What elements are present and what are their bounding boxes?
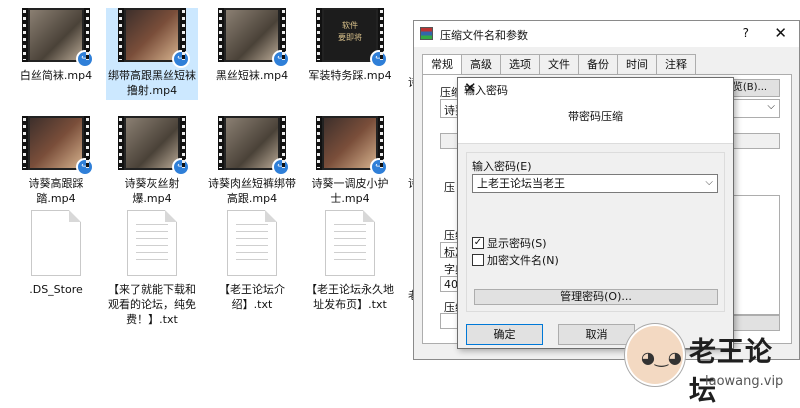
password-input[interactable]: 上老王论坛当老王 ⌵ xyxy=(472,174,718,193)
file-name: 诗葵一调皮小护士.mp4 xyxy=(311,177,389,205)
play-icon: ↪ xyxy=(172,50,190,68)
file-item[interactable]: 【老王论坛介绍】.txt xyxy=(206,210,298,312)
mascot-logo: ◕‿◕ xyxy=(625,324,685,386)
text-file-icon xyxy=(227,210,277,276)
tab-general[interactable]: 常规 xyxy=(422,54,462,76)
play-icon: ↪ xyxy=(172,158,190,176)
close-button[interactable]: ✕ xyxy=(774,24,787,42)
play-icon: ↪ xyxy=(272,158,290,176)
dialog-title-bar: 输入密码 ✕ xyxy=(458,78,733,100)
video-thumbnail: ↪ xyxy=(22,8,94,68)
video-thumbnail: ↪ xyxy=(218,116,290,176)
file-name: 【老王论坛介绍】.txt xyxy=(219,283,285,311)
file-item[interactable]: .DS_Store xyxy=(10,210,102,297)
password-dialog: 输入密码 ✕ 带密码压缩 输入密码(E) 上老王论坛当老王 ⌵ ✓ 显示密码(S)… xyxy=(457,77,734,349)
video-thumbnail: 软件 要即将 ↪ xyxy=(316,8,388,68)
play-icon: ↪ xyxy=(76,158,94,176)
window-title: 压缩文件名和参数 xyxy=(440,29,528,42)
file-name: 白丝简袜.mp4 xyxy=(19,69,93,82)
video-thumbnail: ↪ xyxy=(22,116,94,176)
file-item[interactable]: ↪ 诗葵肉丝短裤绑带高跟.mp4 xyxy=(206,116,298,206)
file-item[interactable]: 【来了就能下载和观看的论坛，纯免费！】.txt xyxy=(106,210,198,327)
cancel-button[interactable]: 取消 xyxy=(558,324,635,345)
tab-time[interactable]: 时间 xyxy=(617,54,657,74)
help-icon[interactable]: ? xyxy=(743,26,749,40)
file-item[interactable]: ↪ 诗葵一调皮小护士.mp4 xyxy=(304,116,396,206)
format-label: 压 xyxy=(444,181,455,194)
close-button[interactable]: ✕ xyxy=(464,79,725,97)
blank-file-icon xyxy=(31,210,81,276)
play-icon: ↪ xyxy=(76,50,94,68)
encrypt-filenames-label: 加密文件名(N) xyxy=(487,254,559,267)
password-value: 上老王论坛当老王 xyxy=(477,177,565,190)
file-grid: ↪ 白丝简袜.mp4 ↪ 绑带高跟黑丝短袜撸射.mp4 ↪ 黑丝短袜.mp4 软… xyxy=(0,0,410,400)
thumbnail-text: 软件 要即将 xyxy=(338,21,362,42)
text-file-icon xyxy=(325,210,375,276)
file-item[interactable]: ↪ 诗葵灰丝射爆.mp4 xyxy=(106,116,198,206)
file-name: 诗葵灰丝射爆.mp4 xyxy=(124,177,180,205)
watermark-brand: 老王论坛 xyxy=(689,337,773,407)
play-icon: ↪ xyxy=(272,50,290,68)
checkbox-checked-icon: ✓ xyxy=(472,237,484,249)
tab-advanced[interactable]: 高级 xyxy=(461,54,501,74)
encrypt-filenames-checkbox[interactable]: 加密文件名(N) xyxy=(472,252,559,268)
chevron-down-icon: ⌵ xyxy=(767,101,775,112)
title-bar: 压缩文件名和参数 ? ✕ xyxy=(414,21,799,47)
chevron-down-icon[interactable]: ⌵ xyxy=(705,176,713,190)
watermark-domain: laowang.vip xyxy=(705,374,784,389)
file-name: 绑带高跟黑丝短袜撸射.mp4 xyxy=(108,69,196,97)
file-item[interactable]: ↪ 白丝简袜.mp4 xyxy=(10,8,102,83)
file-item[interactable]: ↪ 黑丝短袜.mp4 xyxy=(206,8,298,83)
checkbox-unchecked-icon xyxy=(472,254,484,266)
tab-options[interactable]: 选项 xyxy=(500,54,540,74)
show-password-checkbox[interactable]: ✓ 显示密码(S) xyxy=(472,235,547,251)
text-file-icon xyxy=(127,210,177,276)
video-thumbnail: ↪ xyxy=(218,8,290,68)
file-name: 黑丝短袜.mp4 xyxy=(215,69,289,82)
file-name: 军装特务踩.mp4 xyxy=(308,69,392,82)
file-item[interactable]: 软件 要即将 ↪ 军装特务踩.mp4 xyxy=(304,8,396,83)
tab-files[interactable]: 文件 xyxy=(539,54,579,74)
file-name: 诗葵肉丝短裤绑带高跟.mp4 xyxy=(208,177,296,205)
enter-password-label: 输入密码(E) xyxy=(472,160,532,173)
tab-bar: 常规 高级 选项 文件 备份 时间 注释 xyxy=(422,54,696,76)
play-icon: ↪ xyxy=(370,158,388,176)
video-thumbnail: ↪ xyxy=(316,116,388,176)
options-group xyxy=(728,195,780,315)
play-icon: ↪ xyxy=(370,50,388,68)
winrar-icon xyxy=(420,27,433,40)
file-item[interactable]: ↪ 诗葵高跟踩踏.mp4 xyxy=(10,116,102,206)
show-password-label: 显示密码(S) xyxy=(487,237,547,250)
tab-comment[interactable]: 注释 xyxy=(656,54,696,74)
video-thumbnail: ↪ xyxy=(118,116,190,176)
ok-button[interactable]: 确定 xyxy=(466,324,543,345)
dialog-header: 带密码压缩 xyxy=(458,100,733,144)
watermark: ◕‿◕ 老王论坛 laowang.vip xyxy=(625,318,800,407)
file-name: .DS_Store xyxy=(29,283,83,296)
video-thumbnail: ↪ xyxy=(118,8,190,68)
file-name: 【来了就能下载和观看的论坛，纯免费！】.txt xyxy=(108,283,196,326)
file-name: 【老王论坛永久地址发布页】.txt xyxy=(306,283,394,311)
file-item[interactable]: 【老王论坛永久地址发布页】.txt xyxy=(304,210,396,312)
tab-backup[interactable]: 备份 xyxy=(578,54,618,74)
manage-passwords-button[interactable]: 管理密码(O)... xyxy=(474,289,718,305)
file-item-selected[interactable]: ↪ 绑带高跟黑丝短袜撸射.mp4 xyxy=(106,8,198,100)
file-name: 诗葵高跟踩踏.mp4 xyxy=(28,177,84,205)
